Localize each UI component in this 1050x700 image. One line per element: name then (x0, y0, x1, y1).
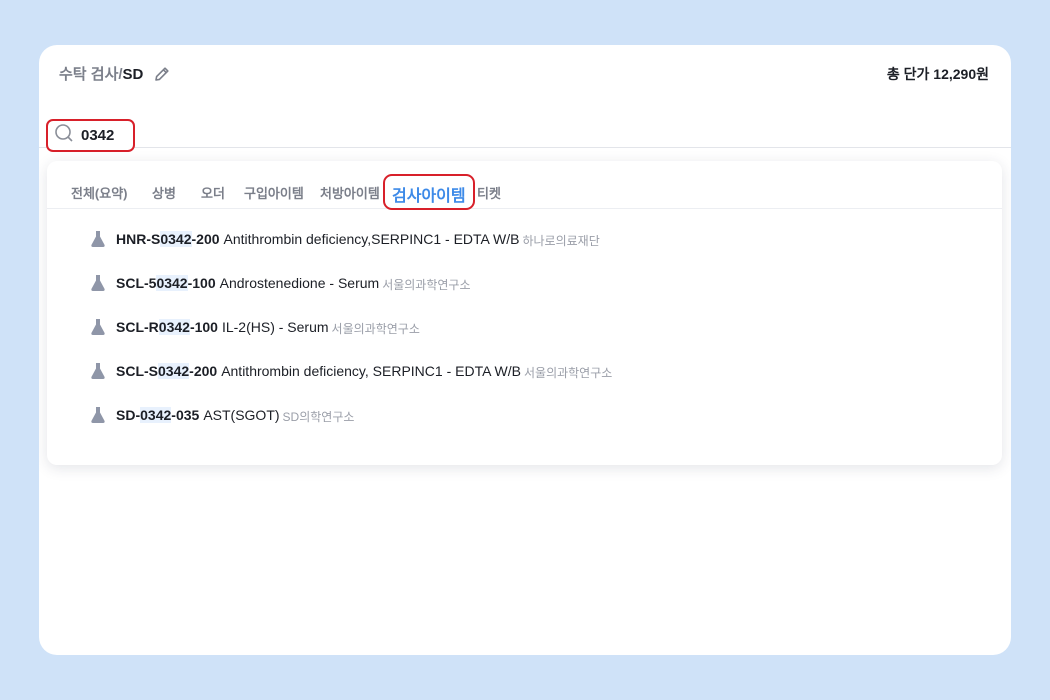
total-price: 총 단가 12,290원 (886, 66, 989, 82)
result-code: SCL-S0342-200 (116, 363, 218, 379)
result-item[interactable]: SCL-R0342-100 IL-2(HS) - Serum 서울의과학연구소 (47, 319, 1002, 363)
search-results-dropdown: 전체(요약) 상병 오더 구입아이템 처방아이템 검사아이템 티켓 HNR-S0… (47, 161, 1002, 465)
result-item[interactable]: SCL-S0342-200 Antithrombin deficiency, S… (47, 363, 1002, 407)
tab-ticket[interactable]: 티켓 (477, 183, 501, 202)
category-tabs: 전체(요약) 상병 오더 구입아이템 처방아이템 검사아이템 티켓 (47, 161, 1002, 210)
edit-pencil-icon[interactable] (153, 65, 171, 83)
result-name: IL-2(HS) - Serum (221, 319, 329, 335)
main-panel: 수탁 검사/SD 총 단가 12,290원 전체(요약) (39, 45, 1011, 655)
result-lab: 서울의과학연구소 (523, 366, 613, 380)
flask-icon (91, 231, 105, 247)
tab-summary[interactable]: 전체(요약) (71, 183, 128, 202)
title-suffix: SD (122, 66, 144, 83)
flask-icon (91, 275, 105, 291)
result-name: Antithrombin deficiency,SERPINC1 - EDTA … (223, 231, 520, 247)
tab-test-item[interactable]: 검사아이템 (383, 174, 475, 210)
page-title: 수탁 검사/SD (59, 63, 171, 84)
result-lab: 서울의과학연구소 (382, 278, 471, 292)
result-item[interactable]: SCL-50342-100 Androstenedione - Serum 서울… (47, 275, 1002, 319)
tab-purchase-item[interactable]: 구입아이템 (244, 183, 304, 202)
result-lab: 하나로의료재단 (522, 234, 600, 248)
result-item[interactable]: SD-0342-035 AST(SGOT) SD의학연구소 (47, 407, 1002, 451)
tab-diagnosis[interactable]: 상병 (152, 183, 176, 202)
title-prefix: 수탁 검사/ (59, 66, 123, 83)
result-lab: SD의학연구소 (282, 410, 355, 424)
tab-prescription-item[interactable]: 처방아이템 (320, 183, 380, 202)
header: 수탁 검사/SD 총 단가 12,290원 (39, 45, 1011, 105)
results-list: HNR-S0342-200 Antithrombin deficiency,SE… (47, 231, 1002, 451)
result-name: AST(SGOT) (203, 407, 280, 423)
search-row (39, 119, 1011, 152)
result-code: HNR-S0342-200 (116, 231, 220, 247)
result-name: Androstenedione - Serum (219, 275, 380, 291)
result-lab: 서울의과학연구소 (331, 322, 420, 336)
search-icon (54, 123, 74, 148)
flask-icon (91, 319, 105, 335)
search-input[interactable] (81, 127, 129, 144)
result-code: SCL-R0342-100 (116, 319, 218, 335)
result-code: SD-0342-035 (116, 407, 200, 423)
flask-icon (91, 407, 105, 423)
search-box[interactable] (46, 119, 135, 152)
result-code: SCL-50342-100 (116, 275, 216, 291)
result-item[interactable]: HNR-S0342-200 Antithrombin deficiency,SE… (47, 231, 1002, 275)
flask-icon (91, 363, 105, 379)
tab-order[interactable]: 오더 (201, 183, 225, 202)
result-name: Antithrombin deficiency, SERPINC1 - EDTA… (221, 363, 521, 379)
